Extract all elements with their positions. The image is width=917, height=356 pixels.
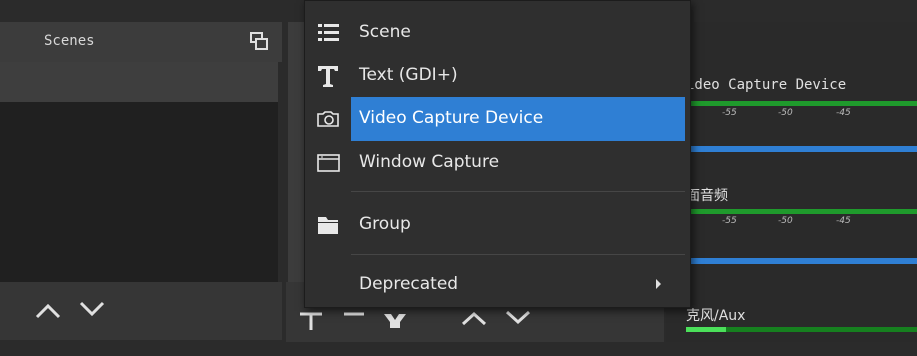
list-icon xyxy=(318,24,339,41)
meter-scale: -55 -50 -45 xyxy=(686,214,917,228)
source-properties-icon[interactable] xyxy=(382,310,408,328)
scenes-dock-title-bar: Scenes xyxy=(0,22,282,62)
add-source-icon[interactable] xyxy=(298,310,324,330)
scenes-dock-title: Scenes xyxy=(44,33,95,49)
scale-label: -45 xyxy=(836,108,851,118)
volume-slider[interactable] xyxy=(686,146,917,152)
menu-item-scene[interactable]: Scene xyxy=(305,11,690,55)
move-scene-down-icon[interactable] xyxy=(78,300,106,318)
move-source-down-icon[interactable] xyxy=(504,310,532,324)
scale-label: -55 xyxy=(722,108,737,118)
float-dock-icon[interactable] xyxy=(250,32,268,50)
scale-label: -50 xyxy=(778,108,793,118)
submenu-arrow-icon xyxy=(656,279,661,289)
menu-separator xyxy=(351,254,685,255)
scale-label: -45 xyxy=(836,216,851,226)
meter-scale: -55 -50 -45 xyxy=(686,106,917,120)
menu-item-label: Window Capture xyxy=(359,152,500,172)
volume-meter-level xyxy=(686,327,726,332)
add-source-context-menu: Scene Text (GDI+) Video Capture Device W… xyxy=(304,0,691,308)
mixer-channel-name: 面音频 xyxy=(686,188,728,204)
window-icon xyxy=(317,154,340,172)
scale-label: -50 xyxy=(778,216,793,226)
menu-item-label: Text (GDI+) xyxy=(359,65,458,85)
remove-source-icon[interactable] xyxy=(342,310,366,320)
mixer-channel-name: ideo Capture Device xyxy=(686,77,847,93)
mixer-channel-name: 克风/Aux xyxy=(686,308,746,324)
menu-item-deprecated[interactable]: Deprecated xyxy=(305,263,690,307)
scenes-list[interactable] xyxy=(0,102,278,282)
scenes-list-selected-row[interactable] xyxy=(0,62,278,102)
menu-item-window-capture[interactable]: Window Capture xyxy=(305,141,690,185)
menu-item-video-capture-device[interactable]: Video Capture Device xyxy=(305,97,690,141)
menu-separator xyxy=(351,191,685,192)
scale-label: -55 xyxy=(722,216,737,226)
folder-icon xyxy=(318,217,338,234)
volume-slider[interactable] xyxy=(686,258,917,264)
move-source-up-icon[interactable] xyxy=(460,310,488,326)
text-icon xyxy=(318,66,338,87)
audio-mixer: ideo Capture Device -55 -50 -45 面音频 -55 … xyxy=(666,22,917,342)
scenes-toolbar xyxy=(0,282,282,340)
menu-item-group[interactable]: Group xyxy=(305,203,690,247)
menu-item-text-gdi[interactable]: Text (GDI+) xyxy=(305,54,690,98)
menu-item-label: Scene xyxy=(359,22,411,42)
menu-item-label: Video Capture Device xyxy=(359,108,544,128)
menu-item-label: Deprecated xyxy=(359,274,459,294)
move-scene-up-icon[interactable] xyxy=(34,302,62,320)
camera-icon xyxy=(317,111,339,127)
menu-item-label: Group xyxy=(359,214,411,234)
